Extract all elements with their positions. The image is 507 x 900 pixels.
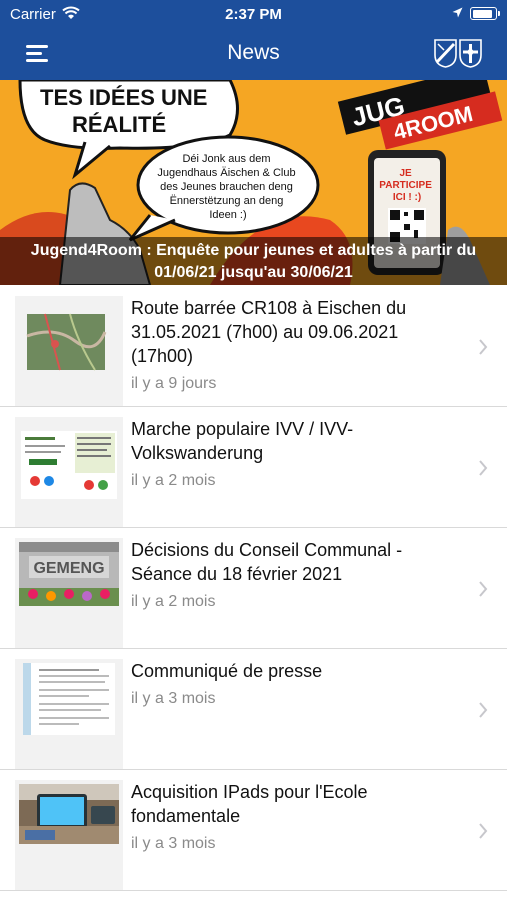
news-item[interactable]: Communiqué de presse il y a 3 mois — [0, 649, 507, 770]
coat-of-arms-icon[interactable] — [433, 38, 483, 68]
news-thumbnail-map — [15, 296, 123, 406]
banner-bubble-line: Déi Jonk aus dem — [182, 153, 270, 165]
chevron-right-icon — [479, 823, 488, 839]
chevron-right-icon — [479, 702, 488, 718]
news-item[interactable]: Marche populaire IVV / IVV-Volkswanderun… — [0, 407, 507, 528]
nav-bar: News — [0, 30, 507, 80]
chevron-right-icon — [479, 581, 488, 597]
news-date: il y a 3 mois — [131, 835, 216, 852]
news-item[interactable]: Acquisition IPads pour l'Ecole fondament… — [0, 770, 507, 891]
location-arrow-icon — [452, 7, 463, 18]
chevron-right-icon — [479, 460, 488, 476]
battery-icon — [470, 7, 500, 20]
news-date: il y a 3 mois — [131, 690, 216, 707]
news-item[interactable]: Route barrée CR108 à Eischen du 31.05.20… — [0, 286, 507, 407]
news-text: Acquisition IPads pour l'Ecole fondament… — [131, 780, 461, 856]
status-bar: Carrier 2:37 PM — [0, 0, 507, 30]
news-date: il y a 2 mois — [131, 472, 216, 489]
news-text: Route barrée CR108 à Eischen du 31.05.20… — [131, 296, 461, 396]
news-list: Route barrée CR108 à Eischen du 31.05.20… — [0, 286, 507, 891]
banner-art-line2: RÉALITÉ — [72, 112, 166, 137]
news-title: Route barrée CR108 à Eischen du 31.05.20… — [131, 298, 407, 366]
news-text: Décisions du Conseil Communal - Séance d… — [131, 538, 461, 614]
banner-bubble-line: Ideen :) — [209, 209, 246, 221]
banner-bubble-line: des Jeunes brauchen deng — [160, 181, 293, 193]
news-title: Acquisition IPads pour l'Ecole fondament… — [131, 782, 368, 826]
building-sign-text: GEMENG — [33, 560, 104, 577]
banner-caption: Jugend4Room : Enquête pour jeunes et adu… — [0, 237, 507, 285]
news-date: il y a 2 mois — [131, 593, 216, 610]
news-thumbnail-building: GEMENG — [15, 538, 123, 648]
news-date: il y a 9 jours — [131, 375, 217, 392]
news-title: Décisions du Conseil Communal - Séance d… — [131, 540, 403, 584]
page-title: News — [227, 41, 280, 64]
banner-bubble-line: Ënnerstëtzung an deng — [170, 195, 284, 207]
news-text: Marche populaire IVV / IVV-Volkswanderun… — [131, 417, 461, 493]
banner-phone-text: JE — [399, 168, 412, 179]
news-title: Marche populaire IVV / IVV-Volkswanderun… — [131, 419, 354, 463]
clock: 2:37 PM — [225, 6, 282, 23]
featured-news-banner[interactable]: TES IDÉES UNE RÉALITÉ Déi Jonk aus dem J… — [0, 80, 507, 285]
banner-phone-text: ICI ! :) — [393, 192, 421, 203]
battery-level — [472, 9, 493, 18]
news-title: Communiqué de presse — [131, 661, 323, 681]
header: Carrier 2:37 PM News — [0, 0, 507, 80]
news-thumbnail-flyer — [15, 417, 123, 527]
news-text: Communiqué de presse il y a 3 mois — [131, 659, 461, 711]
banner-phone-text: PARTICIPE — [379, 180, 432, 191]
banner-art-line1: TES IDÉES UNE — [40, 85, 207, 110]
banner-bubble-line: Jugendhaus Äischen & Club — [157, 167, 295, 179]
news-item[interactable]: GEMENG Décisions du Conseil Communal - S… — [0, 528, 507, 649]
chevron-right-icon — [479, 339, 488, 355]
news-thumbnail-document — [15, 659, 123, 769]
news-thumbnail-tablet — [15, 780, 123, 890]
